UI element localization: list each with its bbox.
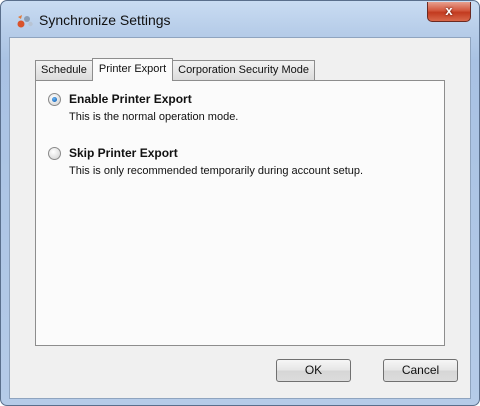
dialog-body: Schedule Printer Export Corporation Secu…: [9, 37, 471, 399]
enable-printer-export-radio[interactable]: [48, 93, 61, 106]
title-bar[interactable]: Synchronize Settings x: [1, 1, 479, 37]
window-title: Synchronize Settings: [39, 12, 171, 28]
skip-printer-export-description: This is only recommended temporarily dur…: [69, 165, 364, 177]
dialog-window: Synchronize Settings x Schedule Printer …: [0, 0, 480, 406]
tab-strip: Schedule Printer Export Corporation Secu…: [35, 58, 315, 81]
skip-printer-export-label[interactable]: Skip Printer Export: [69, 146, 178, 160]
tab-panel-printer-export: Enable Printer Export This is the normal…: [35, 80, 445, 346]
close-icon: x: [445, 3, 453, 18]
skip-printer-export-radio[interactable]: [48, 147, 61, 160]
tab-corporation-security-mode[interactable]: Corporation Security Mode: [172, 60, 315, 80]
tab-printer-export[interactable]: Printer Export: [91, 58, 174, 81]
tab-schedule[interactable]: Schedule: [35, 60, 93, 80]
ok-button[interactable]: OK: [276, 359, 351, 382]
enable-printer-export-label[interactable]: Enable Printer Export: [69, 92, 192, 106]
enable-printer-export-description: This is the normal operation mode.: [69, 111, 239, 123]
cancel-button[interactable]: Cancel: [383, 359, 458, 382]
close-button[interactable]: x: [427, 2, 471, 22]
sync-settings-icon: [17, 15, 33, 28]
